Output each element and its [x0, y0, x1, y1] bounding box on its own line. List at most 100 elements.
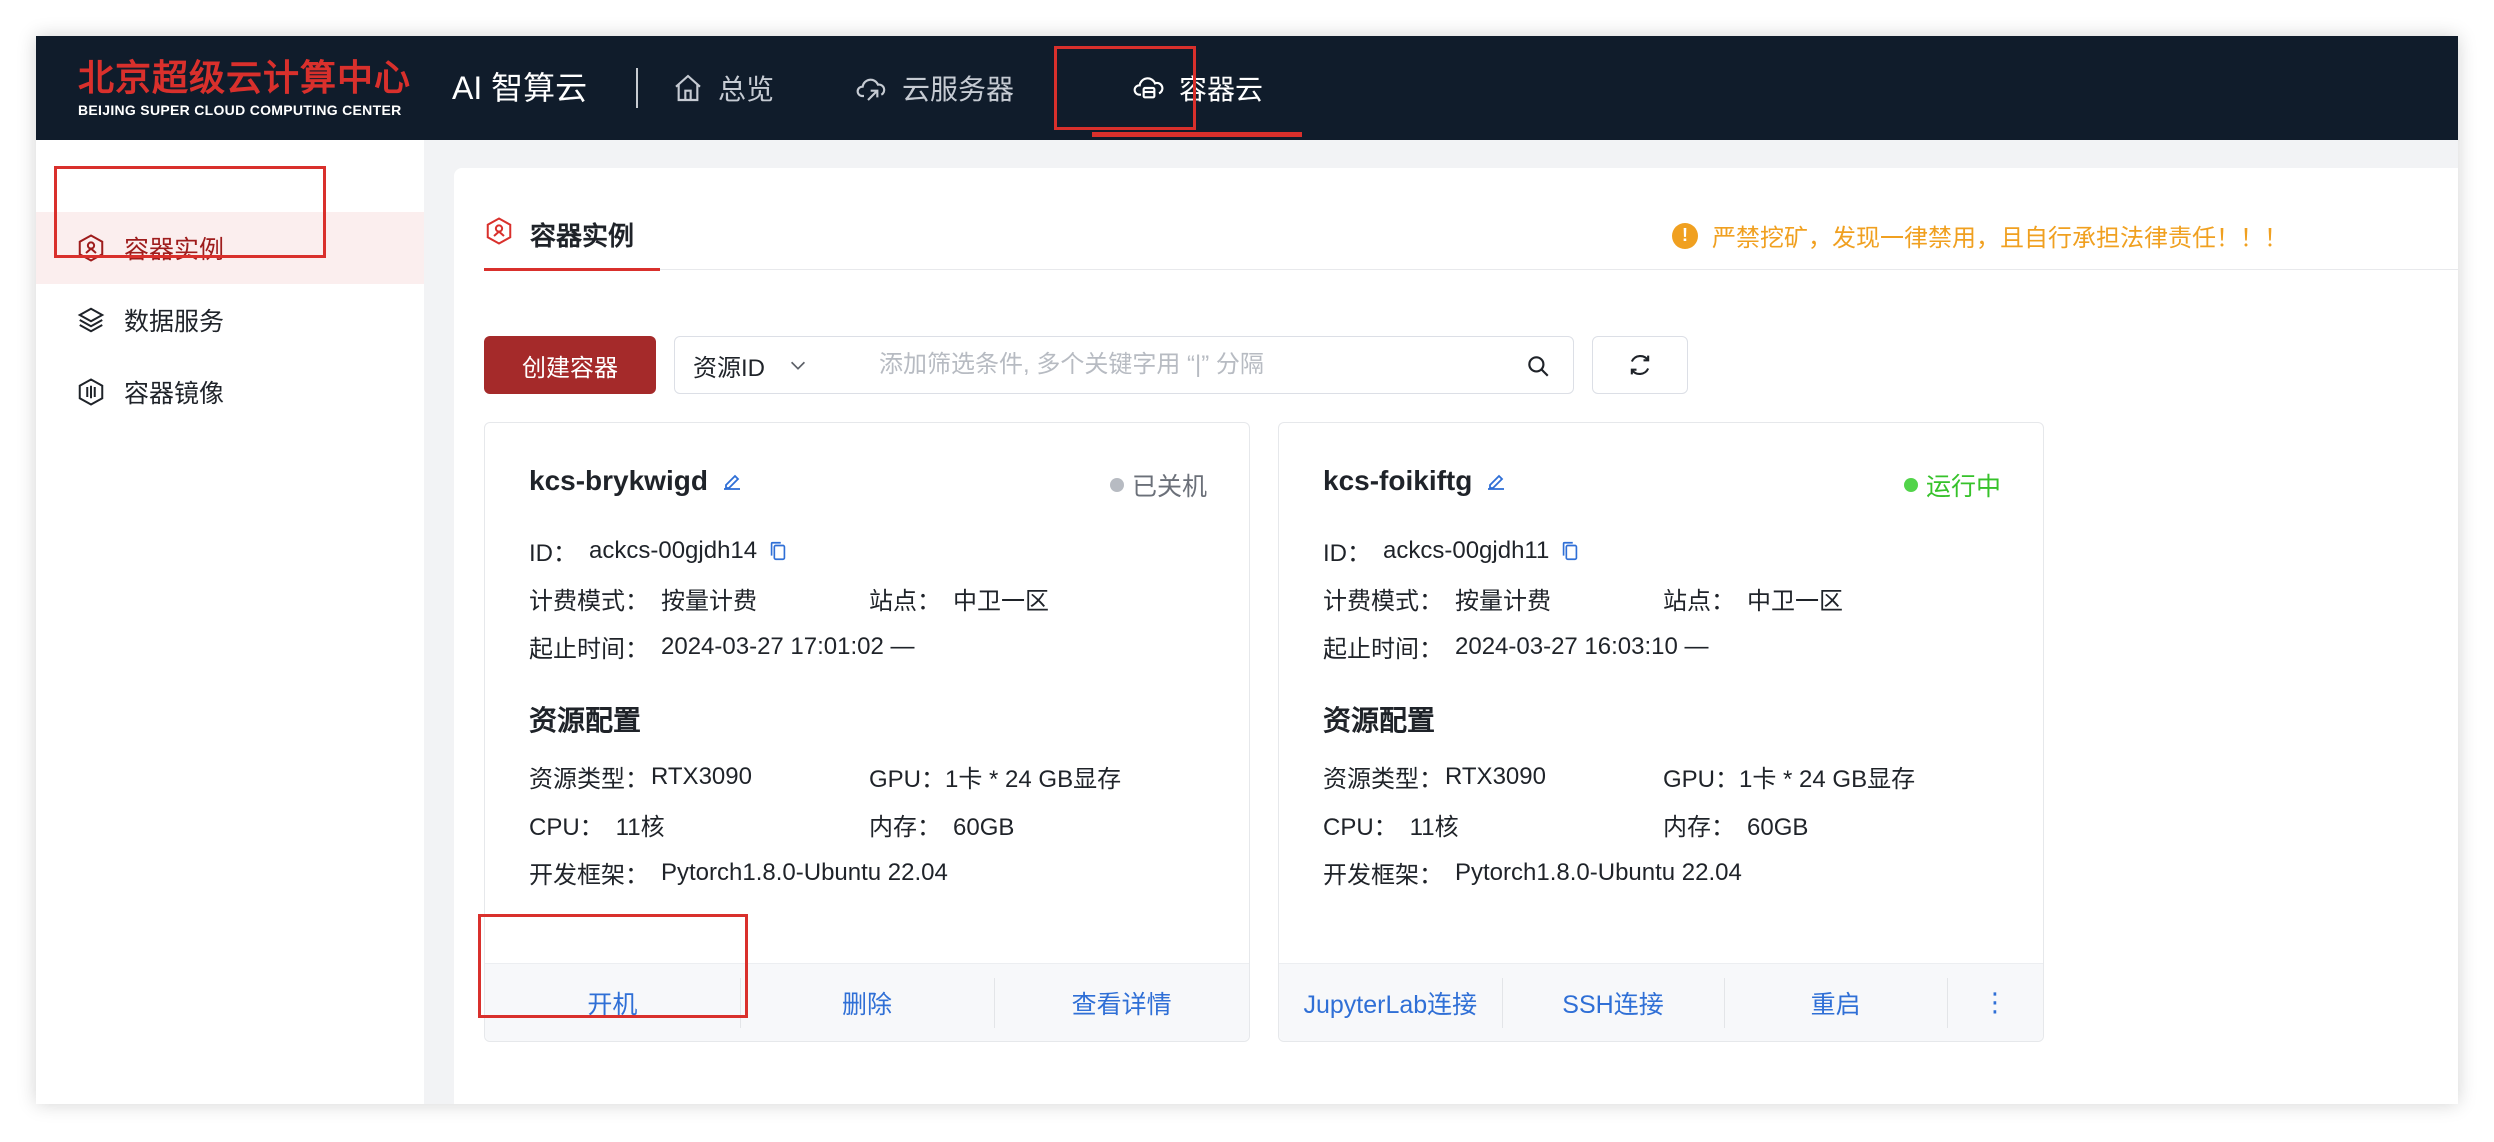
framework-label: 开发框架：	[529, 862, 649, 889]
memory-value: 60GB	[1747, 814, 1809, 841]
id-label: ID：	[529, 540, 577, 567]
nav-active-indicator	[1092, 132, 1302, 137]
period-row: 起止时间： 2024-03-27 16:03:10 —	[1323, 629, 1709, 664]
sidebar-item-container-instance[interactable]: 容器实例	[36, 212, 424, 284]
nav-item-label: 云服务器	[902, 74, 1015, 105]
create-container-button[interactable]: 创建容器	[484, 336, 656, 394]
refresh-button[interactable]	[1592, 336, 1688, 394]
view-details-button[interactable]: 查看详情	[994, 964, 1249, 1041]
cpu-row: CPU： 11核	[529, 807, 665, 842]
instance-name: kcs-brykwigd	[529, 465, 744, 497]
site-field: 站点： 中卫一区	[1663, 581, 1843, 616]
period-value: 2024-03-27 17:01:02 —	[661, 632, 915, 660]
framework-row: 开发框架： Pytorch1.8.0-Ubuntu 22.04	[529, 855, 948, 890]
nav-item-label: 容器云	[1178, 74, 1263, 105]
site-field: 站点： 中卫一区	[869, 581, 1049, 616]
edit-icon[interactable]	[720, 469, 744, 493]
search-box: 资源ID	[674, 336, 1574, 394]
cpu-label: CPU：	[1323, 814, 1398, 841]
gpu-field: GPU：1卡 * 24 GB显存	[1663, 759, 1915, 794]
status-text: 运行中	[1925, 473, 2001, 501]
gpu-label: GPU：	[869, 766, 946, 793]
status-badge: 运行中	[1903, 467, 2001, 503]
jupyterlab-connect-button[interactable]: JupyterLab连接	[1279, 964, 1502, 1041]
resource-section-title: 资源配置	[1323, 705, 1436, 736]
billing-label: 计费模式：	[1323, 588, 1443, 615]
top-navbar: 北京超级云计算中心 BEIJING SUPER CLOUD COMPUTING …	[36, 36, 2458, 140]
resource-type-value: RTX3090	[651, 762, 752, 790]
container-cloud-icon	[1133, 77, 1164, 99]
tab-divider	[484, 269, 2458, 270]
warning-icon: !	[1672, 222, 1698, 249]
status-badge: 已关机	[1109, 467, 1207, 503]
nav-item-overview[interactable]: 总览	[672, 36, 774, 140]
main-panel: 容器实例 ! 严禁挖矿，发现一律禁用，且自行承担法律责任！！！ 创建容器 资源I…	[454, 168, 2458, 1104]
container-instance-icon	[486, 217, 512, 245]
sidebar-item-label: 容器镜像	[124, 380, 225, 408]
cpu-label: CPU：	[529, 814, 604, 841]
product-name: AI 智算云	[452, 70, 588, 106]
framework-label: 开发框架：	[1323, 862, 1443, 889]
cpu-row: CPU： 11核	[1323, 807, 1459, 842]
tab-container-instance[interactable]: 容器实例	[484, 216, 634, 268]
id-label: ID：	[1323, 540, 1371, 567]
copy-icon[interactable]	[767, 539, 789, 563]
refresh-icon	[1630, 355, 1650, 375]
framework-value: Pytorch1.8.0-Ubuntu 22.04	[1455, 858, 1742, 886]
filter-select[interactable]: 资源ID	[693, 337, 809, 393]
instance-name-text: kcs-foikiftg	[1323, 465, 1473, 496]
instance-name-text: kcs-brykwigd	[529, 465, 708, 496]
search-input[interactable]	[879, 345, 1499, 385]
nav-item-container-cloud[interactable]: 容器云	[1092, 36, 1304, 140]
brand-logo[interactable]: 北京超级云计算中心 BEIJING SUPER CLOUD COMPUTING …	[78, 57, 428, 119]
sidebar: 容器实例 数据服务 容器镜像	[36, 140, 424, 1104]
copy-icon[interactable]	[1559, 539, 1581, 563]
resource-type-label: 资源类型：	[529, 766, 649, 793]
delete-button[interactable]: 删除	[739, 964, 995, 1041]
edit-icon[interactable]	[1484, 469, 1508, 493]
more-actions-icon[interactable]: ⋮	[1947, 964, 2043, 1041]
power-on-button[interactable]: 开机	[485, 964, 740, 1041]
resource-type-row: 资源类型： RTX3090	[529, 759, 752, 794]
status-text: 已关机	[1131, 473, 1207, 501]
image-icon	[78, 378, 104, 406]
memory-label: 内存：	[1663, 814, 1735, 841]
cpu-value: 11核	[1409, 814, 1459, 841]
card-actions: JupyterLab连接 SSH连接 重启 ⋮	[1279, 963, 2043, 1041]
instance-id-row: ID： ackcs-00gjdh14	[529, 533, 789, 568]
resource-type-row: 资源类型： RTX3090	[1323, 759, 1546, 794]
app-window: 北京超级云计算中心 BEIJING SUPER CLOUD COMPUTING …	[36, 36, 2458, 1104]
instance-id: ackcs-00gjdh14	[589, 536, 758, 564]
sidebar-item-data-service[interactable]: 数据服务	[36, 284, 424, 356]
framework-row: 开发框架： Pytorch1.8.0-Ubuntu 22.04	[1323, 855, 1742, 890]
brand-name-cn: 北京超级云计算中心	[78, 57, 412, 98]
site-value: 中卫一区	[1747, 588, 1843, 615]
nav-divider	[636, 68, 638, 108]
site-label: 站点：	[1663, 588, 1735, 615]
instance-card: kcs-foikiftg 运行中 ID： ackcs-00gjdh11 计费模式…	[1278, 422, 2044, 1042]
card-actions: 开机 删除 查看详情	[485, 963, 1249, 1041]
search-icon[interactable]	[1525, 353, 1551, 379]
warning-text: 严禁挖矿，发现一律禁用，且自行承担法律责任！！！	[1712, 225, 2288, 252]
sidebar-item-container-image[interactable]: 容器镜像	[36, 356, 424, 428]
billing-label: 计费模式：	[529, 588, 649, 615]
gpu-value: 1卡 * 24 GB显存	[945, 766, 1122, 793]
framework-value: Pytorch1.8.0-Ubuntu 22.04	[661, 858, 948, 886]
nav-item-label: 总览	[718, 74, 775, 105]
nav-item-cloud-server[interactable]: 云服务器	[856, 36, 1014, 140]
billing-value: 按量计费	[1455, 588, 1551, 615]
cloud-server-icon	[856, 78, 886, 101]
resource-type-value: RTX3090	[1445, 762, 1546, 790]
sidebar-item-label: 数据服务	[124, 308, 225, 336]
resource-type-label: 资源类型：	[1323, 766, 1443, 793]
billing-value: 按量计费	[661, 588, 757, 615]
instance-card: kcs-brykwigd 已关机 ID： ackcs-00gjdh14 计费模式…	[484, 422, 1250, 1042]
period-label: 起止时间：	[1323, 636, 1443, 663]
ssh-connect-button[interactable]: SSH连接	[1501, 964, 1725, 1041]
brand-name-en: BEIJING SUPER CLOUD COMPUTING CENTER	[78, 102, 402, 118]
site-label: 站点：	[869, 588, 941, 615]
filter-select-value: 资源ID	[693, 354, 765, 382]
restart-button[interactable]: 重启	[1724, 964, 1947, 1041]
resource-section-title: 资源配置	[529, 705, 642, 736]
status-dot	[1903, 478, 1918, 492]
